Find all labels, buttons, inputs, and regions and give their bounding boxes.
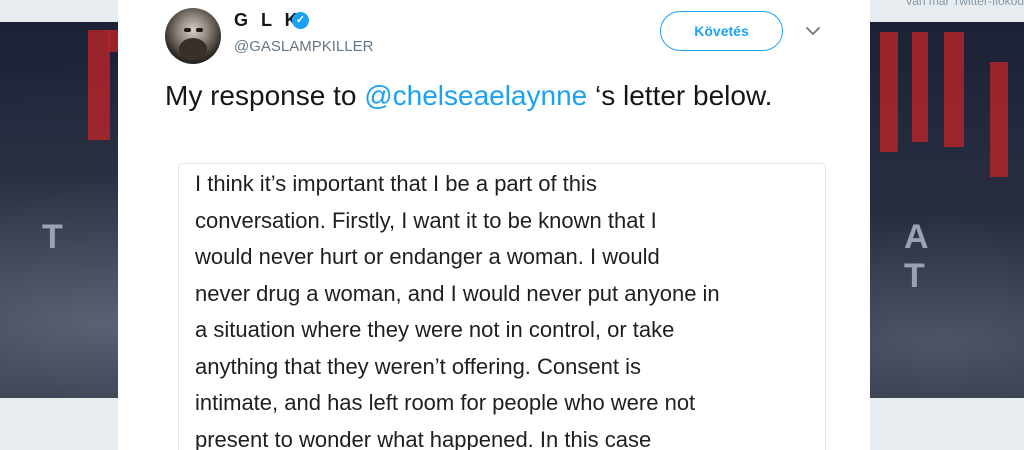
banner-red-stroke (880, 32, 898, 152)
letter-line: conversation. Firstly, I want it to be k… (195, 207, 657, 233)
letter-line: present to wonder what happened. In this… (195, 426, 652, 450)
attached-image[interactable]: I think it’s important that I be a part … (178, 163, 826, 450)
letter-line: would never hurt or endanger a woman. I … (195, 244, 660, 269)
banner-letter-left: T (42, 218, 67, 256)
banner-red-stroke (944, 32, 964, 147)
tweet-text-after: ‘s letter below. (587, 80, 773, 111)
background-note: van már Twitter-fiókod (906, 0, 1024, 8)
letter-line: never drug a woman, and I would never pu… (195, 280, 720, 306)
chevron-down-icon[interactable] (804, 22, 822, 40)
tweet-modal: G L K ✓ @GASLAMPKILLER Követés My respon… (118, 0, 870, 450)
avatar[interactable] (165, 8, 221, 64)
letter-line: intimate, and has left room for people w… (195, 390, 696, 415)
tweet-text-before: My response to (165, 80, 365, 111)
letter-line: a situation where they were not in contr… (195, 317, 675, 342)
banner-red-stroke (912, 32, 928, 142)
tweet-text: My response to @chelseaelaynne ‘s letter… (165, 78, 805, 114)
banner-letters-right: A T (904, 218, 968, 295)
avatar-beard (179, 38, 207, 60)
follow-button[interactable]: Követés (660, 11, 783, 51)
mention-link[interactable]: @chelseaelaynne (364, 80, 587, 111)
letter-line: anything that they weren’t offering. Con… (195, 353, 641, 379)
author-handle[interactable]: @GASLAMPKILLER (234, 38, 373, 55)
banner-red-stroke (990, 62, 1008, 177)
banner-red-stroke (88, 30, 110, 140)
avatar-eye (196, 28, 203, 32)
avatar-eye (184, 28, 191, 32)
attached-letter-text: I think it’s important that I be a part … (195, 166, 815, 450)
verified-badge-icon: ✓ (292, 12, 309, 29)
letter-line: I think it’s important that I be a part … (195, 171, 597, 196)
